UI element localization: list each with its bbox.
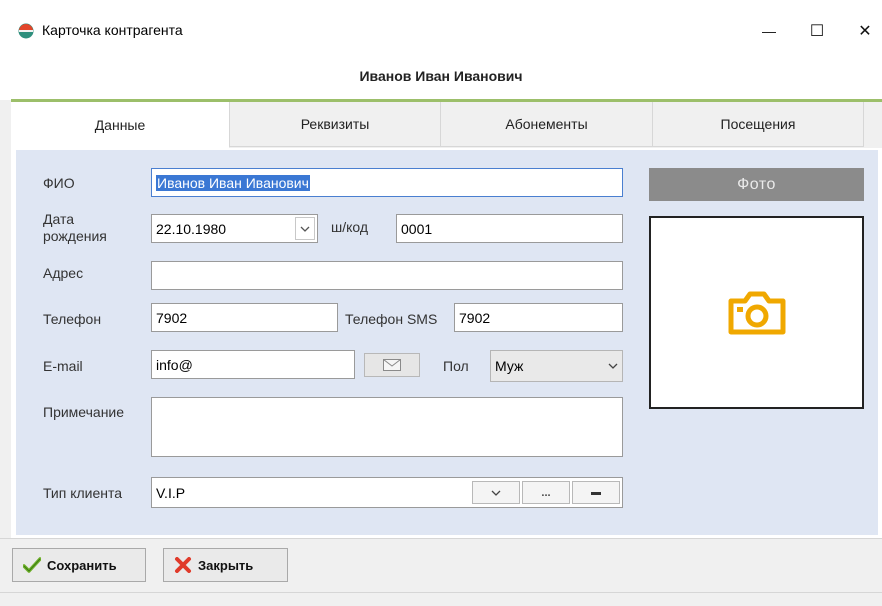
save-button[interactable]: Сохранить	[12, 548, 146, 582]
email-input[interactable]: info@	[151, 350, 355, 379]
client-name-heading: Иванов Иван Иванович	[359, 68, 523, 84]
birth-date-value: 22.10.1980	[156, 220, 227, 237]
birth-date-label: Дата рождения	[43, 211, 107, 245]
client-type-clear-button[interactable]: ▬	[572, 481, 620, 504]
close-x-icon	[175, 557, 191, 573]
tab-subscriptions[interactable]: Абонементы	[441, 102, 653, 147]
camera-icon	[728, 291, 785, 334]
tab-visits-label: Посещения	[720, 116, 796, 132]
minus-icon: ▬	[591, 487, 601, 498]
client-type-dropdown-button[interactable]	[472, 481, 520, 504]
minimize-icon: —	[762, 23, 776, 39]
address-label: Адрес	[43, 265, 84, 281]
tab-subscriptions-label: Абонементы	[505, 116, 588, 132]
birth-date-picker[interactable]: 22.10.1980	[151, 214, 318, 243]
app-icon	[18, 23, 34, 39]
barcode-label: ш/код	[331, 219, 369, 235]
sms-phone-label: Телефон SMS	[345, 311, 438, 327]
client-type-value: V.I.P	[156, 484, 186, 501]
birth-date-label-line2: рождения	[43, 228, 107, 244]
sms-phone-value: 7902	[459, 309, 491, 326]
photo-frame[interactable]	[649, 216, 864, 409]
tab-visits[interactable]: Посещения	[653, 102, 864, 147]
barcode-value: 0001	[401, 220, 433, 237]
tab-requisites[interactable]: Реквизиты	[230, 102, 441, 147]
fio-input[interactable]: Иванов Иван Иванович	[151, 168, 623, 197]
tab-data[interactable]: Данные	[11, 102, 230, 148]
footer-divider	[0, 538, 882, 539]
birth-date-dropdown-button[interactable]	[295, 217, 315, 240]
close-button[interactable]: Закрыть	[163, 548, 288, 582]
note-label: Примечание	[43, 404, 125, 420]
ellipsis-icon: ...	[541, 486, 551, 499]
maximize-icon: ☐	[809, 23, 825, 40]
fio-value: Иванов Иван Иванович	[156, 174, 310, 191]
checkmark-icon	[23, 557, 41, 573]
address-input[interactable]	[151, 261, 623, 290]
client-type-browse-button[interactable]: ...	[522, 481, 570, 504]
chevron-down-icon	[300, 226, 310, 232]
window-title: Карточка контрагента	[42, 22, 183, 38]
gender-select[interactable]: Муж	[490, 350, 623, 382]
photo-button-label: Фото	[737, 175, 776, 193]
barcode-input[interactable]: 0001	[396, 214, 623, 243]
birth-date-label-line1: Дата	[43, 211, 75, 227]
close-icon: ✕	[858, 23, 872, 40]
send-email-button[interactable]	[364, 353, 420, 377]
sms-phone-input[interactable]: 7902	[454, 303, 623, 332]
email-label: E-mail	[43, 358, 83, 374]
bottom-divider	[0, 592, 882, 593]
close-button-label: Закрыть	[198, 557, 254, 573]
chevron-down-icon	[608, 363, 618, 369]
chevron-down-icon	[491, 490, 501, 496]
save-button-label: Сохранить	[47, 557, 117, 573]
tab-data-label: Данные	[94, 116, 146, 133]
gender-value: Муж	[495, 358, 524, 374]
photo-button[interactable]: Фото	[649, 168, 864, 201]
gender-label: Пол	[443, 358, 469, 374]
phone-input[interactable]: 7902	[151, 303, 338, 332]
client-type-label: Тип клиента	[43, 485, 123, 501]
tab-bar: Данные Реквизиты Абонементы Посещения	[11, 102, 882, 148]
phone-label: Телефон	[43, 311, 102, 327]
tab-requisites-label: Реквизиты	[300, 116, 370, 132]
phone-value: 7902	[156, 309, 188, 326]
note-textarea[interactable]	[151, 397, 623, 457]
envelope-icon	[383, 359, 401, 371]
email-value: info@	[156, 356, 193, 373]
fio-label: ФИО	[43, 175, 75, 191]
